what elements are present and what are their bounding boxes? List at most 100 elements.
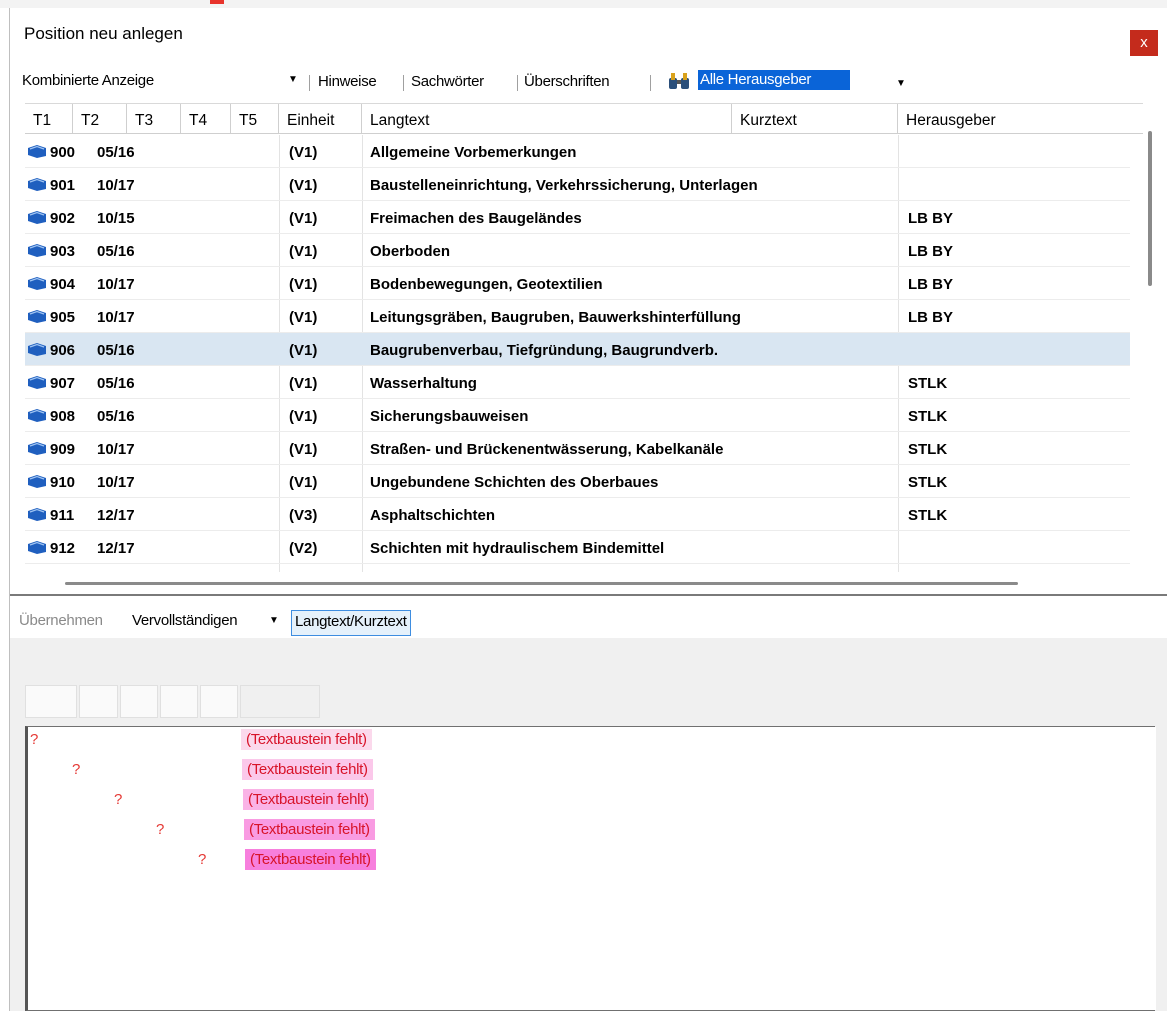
column-header-t2[interactable]: T2: [73, 104, 127, 134]
binoculars-icon[interactable]: [668, 72, 690, 90]
level-tab[interactable]: [160, 685, 198, 718]
column-header-t3[interactable]: T3: [127, 104, 181, 134]
level-tab[interactable]: [25, 685, 77, 718]
cell-t2: 05/16: [97, 342, 135, 359]
chevron-down-icon[interactable]: ▼: [288, 74, 298, 85]
cell-t1: 909: [50, 441, 76, 458]
level-tab[interactable]: [200, 685, 238, 718]
cell-t1: 912: [50, 540, 76, 557]
table-row[interactable]: 904 10/17 (V1) Bodenbewegungen, Geotextilie…: [25, 267, 1130, 300]
complete-button[interactable]: Vervollständigen: [132, 612, 238, 629]
separator: [403, 75, 404, 91]
cell-t2: 10/15: [97, 210, 135, 227]
table-row[interactable]: 912 12/17 (V2) Schichten mit hydraulischem …: [25, 531, 1130, 564]
grid-header: T1 T2 T3 T4 T5 Einheit Langtext Kurztext…: [25, 104, 1143, 134]
text-block-editor[interactable]: ? (Textbaustein fehlt)? (Textbaustein fehl…: [25, 726, 1156, 1011]
missing-marker: ?: [156, 821, 165, 838]
missing-text-block[interactable]: (Textbaustein fehlt): [241, 729, 372, 750]
cell-t1: 903: [50, 243, 76, 260]
window-title: Position neu anlegen: [24, 24, 183, 43]
table-row[interactable]: 901 10/17 (V1) Baustelleneinrichtung, Verke…: [25, 168, 1130, 201]
close-button[interactable]: x: [1130, 30, 1158, 56]
book-icon: [28, 277, 46, 290]
table-row[interactable]: 905 10/17 (V1) Leitungsgräben, Baugruben, B…: [25, 300, 1130, 333]
horizontal-scrollbar-thumb[interactable]: [65, 582, 1018, 585]
missing-text-block[interactable]: (Textbaustein fehlt): [244, 819, 375, 840]
table-row[interactable]: 911 12/17 (V3) Asphaltschichten STLK: [25, 498, 1130, 531]
cell-t2: 10/17: [97, 177, 135, 194]
view-mode-select[interactable]: Kombinierte Anzeige: [22, 72, 154, 89]
book-icon: [28, 343, 46, 356]
table-row[interactable]: 902 10/15 (V1) Freimachen des Baugeländes LB…: [25, 201, 1130, 234]
langtext-kurztext-toggle[interactable]: Langtext/Kurztext: [291, 610, 411, 636]
table-row[interactable]: 909 10/17 (V1) Straßen- und Brückenentwässe…: [25, 432, 1130, 465]
dialog-window: Position neu anlegen x Kombinierte Anzei…: [9, 8, 1167, 1011]
background-window-strip: [0, 0, 1167, 8]
book-icon: [28, 475, 46, 488]
missing-marker: ?: [72, 761, 81, 778]
table-row[interactable]: 903 05/16 (V1) Oberboden LB BY: [25, 234, 1130, 267]
cell-langtext: Freimachen des Baugeländes: [370, 210, 582, 227]
level-tab[interactable]: [79, 685, 118, 718]
table-row[interactable]: 908 05/16 (V1) Sicherungsbauweisen STLK: [25, 399, 1130, 432]
outline-pane: [28, 727, 240, 1010]
background-red-mark: [210, 0, 224, 4]
column-header-unit[interactable]: Einheit: [279, 104, 362, 134]
missing-text-block[interactable]: (Textbaustein fehlt): [242, 759, 373, 780]
apply-button[interactable]: Übernehmen: [19, 612, 103, 629]
missing-text-block[interactable]: (Textbaustein fehlt): [245, 849, 376, 870]
book-icon: [28, 244, 46, 257]
cell-langtext: Asphaltschichten: [370, 507, 496, 524]
keywords-button[interactable]: Sachwörter: [411, 73, 484, 90]
cell-t1: 908: [50, 408, 76, 425]
cell-publisher: STLK: [908, 375, 948, 392]
cell-t2: 05/16: [97, 243, 135, 260]
missing-marker: ?: [114, 791, 123, 808]
cell-t1: 911: [50, 507, 75, 524]
table-row[interactable]: 907 05/16 (V1) Wasserhaltung STLK: [25, 366, 1130, 399]
level-tab[interactable]: [240, 685, 320, 718]
table-row[interactable]: 900 05/16 (V1) Allgemeine Vorbemerkungen: [25, 135, 1130, 168]
publisher-select[interactable]: Alle Herausgeber: [698, 70, 850, 90]
table-row[interactable]: 906 05/16 (V1) Baugrubenverbau, Tiefgründun…: [25, 333, 1130, 366]
cell-unit: (V1): [289, 243, 318, 260]
headings-button[interactable]: Überschriften: [524, 73, 610, 90]
hints-button[interactable]: Hinweise: [318, 73, 377, 90]
chevron-down-icon[interactable]: ▼: [896, 78, 906, 89]
cell-unit: (V1): [289, 210, 318, 227]
vertical-scrollbar-thumb[interactable]: [1148, 131, 1152, 286]
column-header-kurztext[interactable]: Kurztext: [732, 104, 898, 134]
cell-publisher: STLK: [908, 507, 948, 524]
book-icon: [28, 376, 46, 389]
cell-publisher: STLK: [908, 408, 948, 425]
chevron-down-icon[interactable]: ▼: [269, 615, 279, 626]
column-header-publisher[interactable]: Herausgeber: [898, 104, 1143, 134]
book-icon: [28, 178, 46, 191]
cell-t2: 12/17: [97, 507, 135, 524]
column-header-t4[interactable]: T4: [181, 104, 231, 134]
level-tab[interactable]: [120, 685, 158, 718]
cell-t2: 10/17: [97, 276, 135, 293]
cell-unit: (V1): [289, 144, 318, 161]
cell-t1: 904: [50, 276, 76, 293]
table-row[interactable]: 910 10/17 (V1) Ungebundene Schichten des Ob…: [25, 465, 1130, 498]
cell-langtext: Baustelleneinrichtung, Verkehrssicherung…: [370, 177, 758, 194]
column-header-langtext[interactable]: Langtext: [362, 104, 732, 134]
book-icon: [28, 541, 46, 554]
cell-langtext: Oberboden: [370, 243, 451, 260]
missing-text-block[interactable]: (Textbaustein fehlt): [243, 789, 374, 810]
cell-langtext: Baugrubenverbau, Tiefgründung, Baugrundv…: [370, 342, 719, 359]
cell-langtext: Bodenbewegungen, Geotextilien: [370, 276, 603, 293]
cell-publisher: STLK: [908, 441, 948, 458]
splitter[interactable]: [10, 594, 1167, 596]
missing-marker: ?: [198, 851, 207, 868]
cell-t1: 910: [50, 474, 76, 491]
column-header-t1[interactable]: T1: [25, 104, 73, 134]
column-header-t5[interactable]: T5: [231, 104, 279, 134]
cell-t1: 902: [50, 210, 76, 227]
text-pane: [240, 727, 1156, 1010]
cell-publisher: LB BY: [908, 309, 953, 326]
cell-unit: (V1): [289, 177, 318, 194]
cell-publisher: LB BY: [908, 210, 953, 227]
cell-t1: 906: [50, 342, 76, 359]
